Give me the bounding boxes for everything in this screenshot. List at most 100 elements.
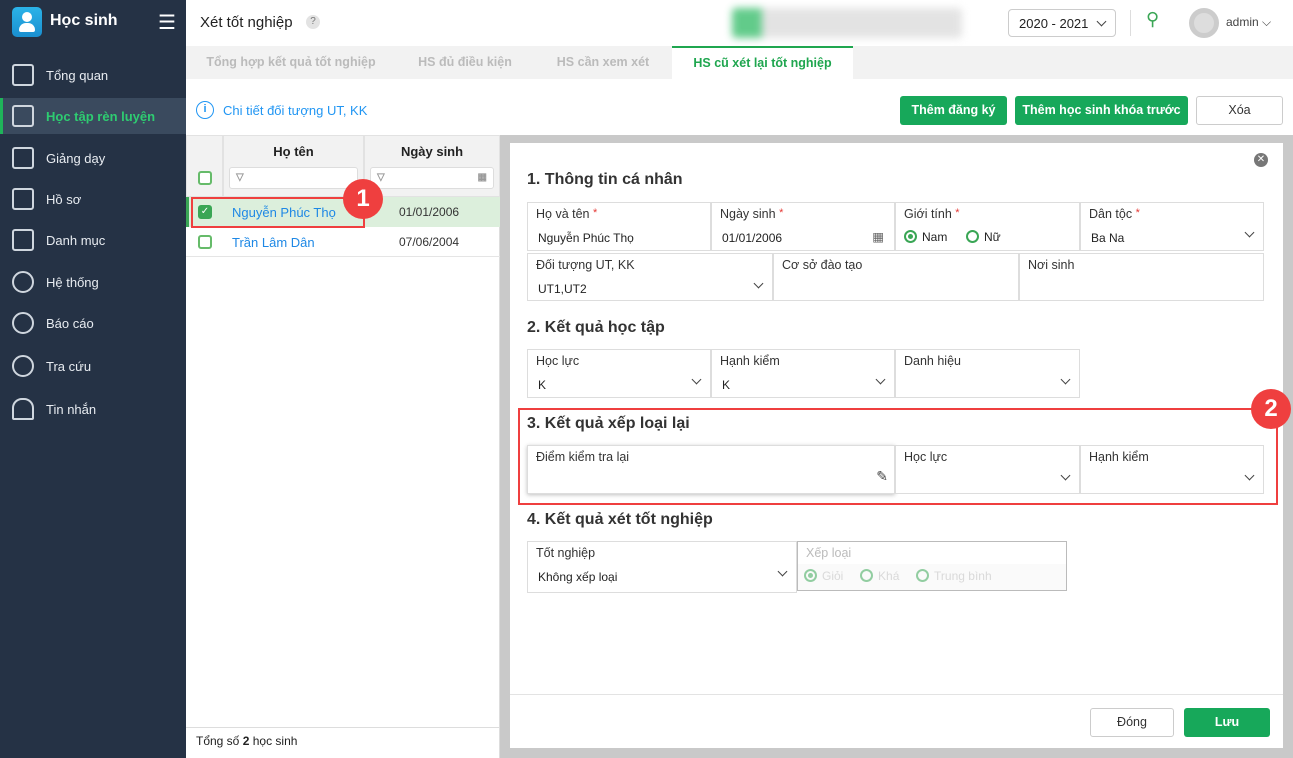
required-mark: * [593,207,598,219]
training-school-field[interactable]: Cơ sở đào tạo [773,253,1019,301]
total-label: Tổng số [196,734,243,748]
annotation-box-1 [191,197,365,228]
search-icon [12,355,34,377]
gender-female-radio[interactable]: Nữ [966,230,1001,244]
field-value: Không xếp loại [538,570,618,584]
sidebar-item-messages[interactable]: Tin nhắn [0,391,186,427]
student-name[interactable]: Trần Lâm Dân [232,235,315,250]
chevron-down-icon [753,278,764,289]
honor-select[interactable]: Danh hiệu [895,349,1080,398]
page-title: Xét tốt nghiệp [200,14,293,31]
user-menu[interactable]: admin ⌵ [1226,15,1271,30]
dob-filter-input[interactable]: ▽ ▦ [370,167,494,189]
field-label: Tốt nghiệp [536,546,596,560]
pie-chart-icon [12,312,34,334]
gear-icon [12,271,34,293]
folder-icon [12,229,34,251]
save-button[interactable]: Lưu [1184,708,1270,737]
field-label: Xếp loại [806,546,852,560]
col-dob-header: Ngày sinh ▽ ▦ [364,135,500,197]
divider [1130,10,1131,36]
analytics-search-icon[interactable]: ⚲ [1146,9,1159,30]
field-value: Nguyễn Phúc Thọ [538,231,634,245]
student-dob: 07/06/2004 [399,235,460,249]
field-value: K [538,378,547,392]
regrade-academic-select[interactable]: Học lực [895,445,1080,494]
tab-bar: Tổng hợp kết quả tốt nghiệp HS đủ điều k… [186,46,1293,79]
name-field[interactable]: Họ và tên * Nguyễn Phúc Thọ [527,202,711,251]
avatar[interactable] [1189,8,1219,38]
priority-detail-link[interactable]: Chi tiết đối tượng UT, KK [223,103,367,118]
app-title: Học sinh [50,12,118,29]
calendar-icon: ▦ [477,172,487,183]
sidebar-item-records[interactable]: Hồ sơ [0,181,186,217]
sidebar-item-label: Danh mục [46,232,106,248]
tab-review[interactable]: HS cần xem xét [534,46,672,79]
select-all-checkbox[interactable] [197,171,212,185]
sidebar-item-label: Học tập rèn luyện [46,108,156,124]
birthplace-field[interactable]: Nơi sinh [1019,253,1264,301]
graduation-select[interactable]: Tốt nghiệp Không xếp loại [527,541,797,593]
footer-divider [510,694,1283,695]
table-row[interactable]: Trần Lâm Dân 07/06/2004 [186,227,500,257]
app-logo-icon [12,7,42,37]
document-icon [12,188,34,210]
radio-checked-icon [904,230,917,243]
conduct-select[interactable]: Hạnh kiểm K [711,349,895,398]
chart-icon [12,64,34,86]
radio-label: Nam [922,230,948,244]
radio-label: Giỏi [822,569,844,583]
academic-select[interactable]: Học lực K [527,349,711,398]
tab-old-students[interactable]: HS cũ xét lại tốt nghiệp [672,46,853,79]
sidebar-item-study[interactable]: Học tập rèn luyện [0,98,186,134]
info-icon: i [196,101,214,119]
section-study-title: 2. Kết quả học tập [527,319,665,336]
school-year-select[interactable]: 2020 - 2021 [1008,9,1116,37]
calendar-icon[interactable]: ▦ [872,229,884,244]
help-icon[interactable]: ? [306,15,320,29]
ethnicity-select[interactable]: Dân tộc * Ba Na [1080,202,1264,251]
radio-icon [860,569,874,582]
sidebar-item-search[interactable]: Tra cứu [0,348,186,384]
required-mark: * [779,207,784,219]
sidebar-item-overview[interactable]: Tổng quan [0,57,186,93]
sidebar-item-teaching[interactable]: Giảng dạy [0,140,186,176]
student-list: Họ tên ▽ Ngày sinh ▽ ▦ ✓ Nguyễn Phúc Thọ 01… [186,135,500,758]
school-year-value: 2020 - 2021 [1019,16,1089,31]
gender-male-radio[interactable]: Nam [904,230,947,244]
chevron-down-icon [1244,227,1255,238]
field-label: Học lực [536,354,580,368]
retest-score-input[interactable]: Điểm kiểm tra lại ✎ [527,445,895,494]
field-label: Nơi sinh [1028,258,1075,272]
menu-icon[interactable]: ☰ [158,10,176,35]
required-mark: * [1135,207,1140,219]
close-icon[interactable]: ✕ [1254,153,1268,167]
delete-button[interactable]: Xóa [1196,96,1283,125]
field-label: Đối tượng UT, KK [536,258,635,272]
tab-eligible[interactable]: HS đủ điều kiện [396,46,534,79]
field-label: Hạnh kiểm [720,354,780,368]
sidebar: Học sinh ☰ Tổng quan Học tập rèn luyện G… [0,0,186,758]
field-value: K [722,378,731,392]
school-name-blurred [732,8,962,38]
rank-radio-excellent: Giỏi [804,569,843,583]
dob-field[interactable]: Ngày sinh * 01/01/2006 ▦ [711,202,895,251]
add-previous-student-button[interactable]: Thêm học sinh khóa trước [1015,96,1188,125]
field-value: Ba Na [1091,231,1125,245]
gender-field: Giới tính * Nam Nữ [895,202,1080,251]
sidebar-item-catalog[interactable]: Danh mục [0,222,186,258]
rank-radio-average: Trung bình [916,569,992,583]
sidebar-item-system[interactable]: Hệ thống [0,264,186,300]
sidebar-item-reports[interactable]: Báo cáo [0,305,186,341]
sidebar-item-label: Giảng dạy [46,150,106,166]
username: admin [1226,15,1259,29]
tab-summary[interactable]: Tổng hợp kết quả tốt nghiệp [186,46,396,79]
add-register-button[interactable]: Thêm đăng ký [900,96,1007,125]
name-filter-input[interactable]: ▽ [229,167,358,189]
priority-select[interactable]: Đối tượng UT, KK UT1,UT2 [527,253,773,301]
radio-label: Trung bình [934,569,992,583]
chevron-down-icon [691,374,702,385]
row-checkbox[interactable] [198,235,212,249]
close-button[interactable]: Đóng [1090,708,1174,737]
regrade-conduct-select[interactable]: Hạnh kiểm [1080,445,1264,494]
